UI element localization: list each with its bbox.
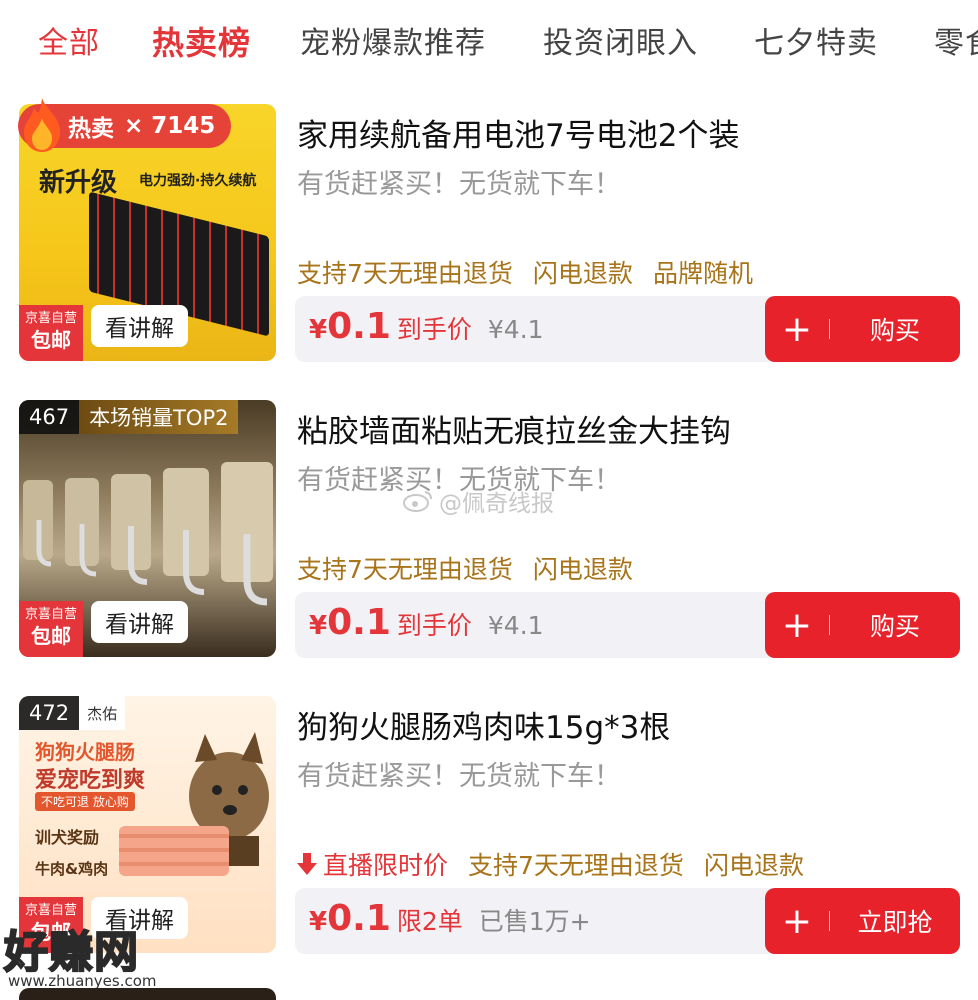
rank-number: 467	[19, 400, 80, 434]
self-operated-badge: 京喜自营 包邮	[19, 305, 83, 361]
price-label: 到手价	[396, 611, 472, 640]
add-icon[interactable]: +	[765, 605, 829, 646]
grab-button[interactable]: + 立即抢	[765, 888, 960, 954]
product-name[interactable]: 家用续航备用电池7号电池2个装	[297, 110, 739, 155]
tag-return: 支持7天无理由退货	[297, 555, 513, 584]
service-tags: 直播限时价 支持7天无理由退货 闪电退款	[297, 846, 804, 882]
tag-refund: 闪电退款	[703, 851, 804, 880]
product-image[interactable]: 467 本场销量TOP2 京喜自营 包邮 看讲解	[19, 400, 276, 657]
thumb-feature-1: 训犬奖励	[35, 828, 100, 847]
brand-name: 杰佑	[79, 696, 126, 730]
product-name[interactable]: 狗狗火腿肠鸡肉味15g*3根	[297, 702, 670, 747]
price-bar: ¥ 0.1 到手价 ¥4.1 + 购买	[295, 296, 960, 362]
tag-refund: 闪电退款	[532, 555, 633, 584]
sausage-graphic	[119, 826, 229, 876]
currency-symbol: ¥	[309, 315, 328, 345]
add-icon[interactable]: +	[765, 309, 829, 350]
thumb-subline: 电力强劲·持久续航	[139, 173, 257, 189]
tag-return: 支持7天无理由退货	[297, 259, 513, 288]
tab-fans[interactable]: 宠粉爆款推荐	[300, 18, 486, 62]
service-tags: 支持7天无理由退货 闪电退款	[297, 550, 633, 586]
hook-graphic	[23, 462, 273, 606]
rank-badge: 467 本场销量TOP2	[19, 400, 239, 434]
grab-label[interactable]: 立即抢	[830, 903, 960, 939]
tag-brand: 品牌随机	[652, 259, 753, 288]
self-operated-badge: 京喜自营 包邮	[19, 601, 83, 657]
currency-symbol: ¥	[309, 611, 328, 641]
thumb-headline: 狗狗火腿肠	[35, 740, 135, 764]
tab-qixi[interactable]: 七夕特卖	[754, 18, 878, 62]
arrow-down-icon	[297, 853, 317, 875]
product-name[interactable]: 粘胶墙面粘贴无痕拉丝金大挂钩	[297, 406, 731, 451]
original-price: ¥4.1	[487, 611, 544, 640]
site-watermark: 好赚网 www.zhuanyes.com	[0, 912, 200, 1000]
site-watermark-text: 好赚网	[3, 926, 139, 979]
price-group: ¥ 0.1 到手价 ¥4.1	[309, 602, 544, 643]
tab-snacks[interactable]: 零食	[934, 18, 978, 62]
live-price-tag: 直播限时价	[297, 846, 448, 882]
rank-number: 472	[19, 696, 80, 730]
price-value: 0.1	[327, 602, 391, 643]
hot-count: × 7145	[124, 113, 216, 139]
weibo-watermark: @佩奇线报	[403, 484, 554, 518]
price-group: ¥ 0.1 到手价 ¥4.1	[309, 306, 544, 347]
buy-label[interactable]: 购买	[830, 607, 960, 643]
category-tabs: 全部 热卖榜 宠粉爆款推荐 投资闭眼入 七夕特卖 零食	[0, 0, 978, 84]
next-product-peek	[19, 988, 276, 1000]
price-value: 0.1	[327, 306, 391, 347]
tag-refund: 闪电退款	[532, 259, 633, 288]
thumb-headline: 新升级	[39, 168, 118, 198]
buy-button[interactable]: + 购买	[765, 296, 960, 362]
thumb-guarantee: 不吃可退 放心购	[35, 792, 135, 811]
price-label: 到手价	[396, 315, 472, 344]
flame-icon	[24, 98, 60, 152]
product-slogan: 有货赶紧买！无货就下车！	[297, 761, 621, 792]
thumb-subline: 爱宠吃到爽	[35, 768, 146, 793]
buy-button[interactable]: + 购买	[765, 592, 960, 658]
order-limit: 限2单	[396, 907, 463, 936]
explain-button[interactable]: 看讲解	[91, 305, 188, 347]
watermark-text: @佩奇线报	[439, 491, 554, 517]
hot-label: 热卖	[68, 116, 114, 142]
buy-label[interactable]: 购买	[830, 311, 960, 347]
price-value: 0.1	[327, 898, 391, 939]
product-card[interactable]: 467 本场销量TOP2 京喜自营 包邮 看讲解 粘胶墙面粘贴无痕拉丝金大挂钩 有…	[0, 400, 978, 666]
original-price: ¥4.1	[487, 315, 544, 344]
service-tags: 支持7天无理由退货 闪电退款 品牌随机	[297, 254, 753, 290]
tab-all[interactable]: 全部	[38, 18, 100, 62]
hot-sale-badge: 热卖 × 7145	[18, 98, 232, 152]
tag-return: 支持7天无理由退货	[468, 851, 684, 880]
price-group: ¥ 0.1 限2单 已售1万+	[309, 898, 591, 939]
tab-invest[interactable]: 投资闭眼入	[543, 18, 698, 62]
weibo-icon	[403, 491, 432, 512]
tab-hot[interactable]: 热卖榜	[152, 18, 251, 64]
price-bar: ¥ 0.1 到手价 ¥4.1 + 购买	[295, 592, 960, 658]
sold-count: 已售1万+	[478, 907, 591, 936]
product-slogan: 有货赶紧买！无货就下车！	[297, 169, 621, 200]
thumb-feature-2: 牛肉&鸡肉	[35, 860, 109, 878]
explain-button[interactable]: 看讲解	[91, 601, 188, 643]
add-icon[interactable]: +	[765, 901, 829, 942]
product-card[interactable]: 新升级 电力强劲·持久续航 京喜自营 包邮 看讲解 热卖 × 7145 家用续航备…	[0, 98, 978, 370]
rank-text: 本场销量TOP2	[79, 400, 239, 434]
price-bar: ¥ 0.1 限2单 已售1万+ + 立即抢	[295, 888, 960, 954]
rank-badge: 472 杰佑	[19, 696, 126, 730]
currency-symbol: ¥	[309, 907, 328, 937]
